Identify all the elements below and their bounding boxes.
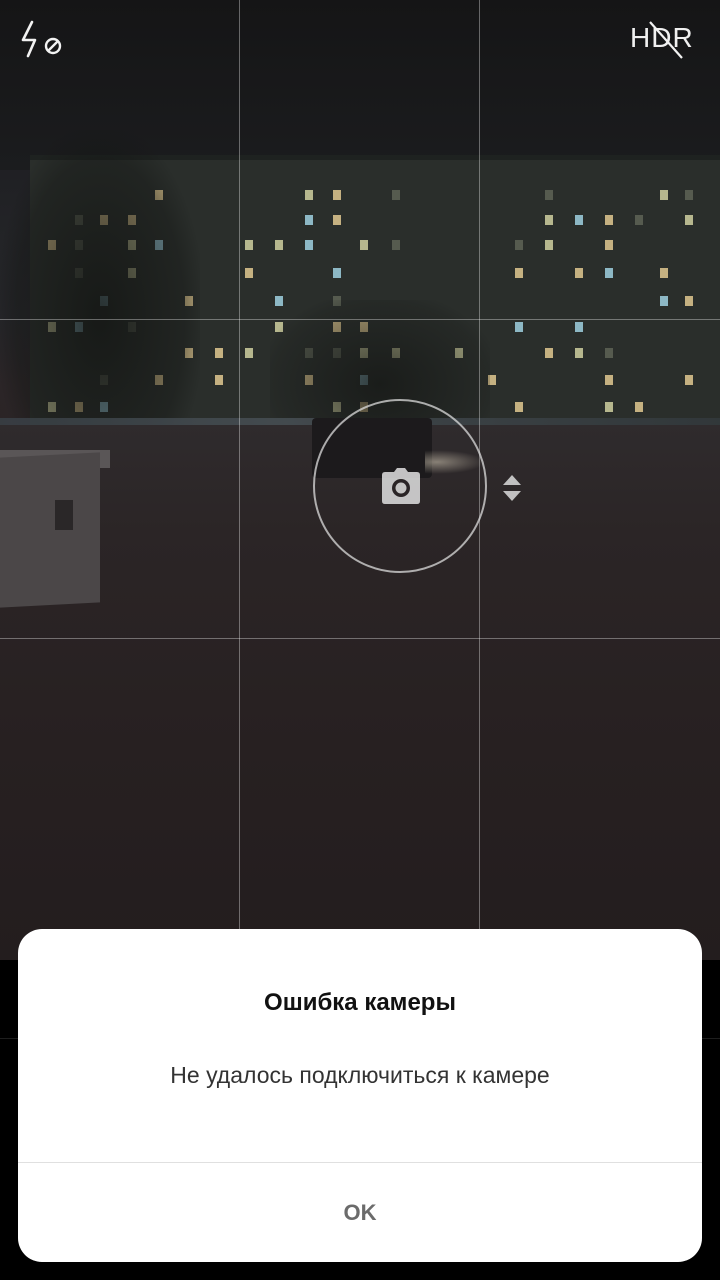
scene-window-light [685, 296, 693, 306]
grid-line-horizontal-2 [0, 638, 720, 639]
scene-window-light [215, 375, 223, 385]
scene-window-light [545, 215, 553, 225]
scene-window-light [605, 268, 613, 278]
scene-window-light [515, 268, 523, 278]
scene-window-light [215, 348, 223, 358]
scene-window-light [605, 375, 613, 385]
scene-window-light [360, 240, 368, 250]
scene-window-light [515, 240, 523, 250]
scene-window-light [305, 215, 313, 225]
scene-kiosk [0, 452, 100, 608]
camera-viewfinder[interactable]: HDR [0, 0, 720, 960]
scene-window-light [635, 215, 643, 225]
grid-line-horizontal-1 [0, 319, 720, 320]
scene-window-light [545, 348, 553, 358]
dialog-message: Не удалось подключиться к камере [170, 1062, 550, 1088]
scene-window-light [333, 268, 341, 278]
camera-screen: HDR Ошибка камеры Не удалось подключитьс… [0, 0, 720, 1280]
scene-window-light [392, 240, 400, 250]
flash-off-icon[interactable] [18, 18, 66, 62]
scene-window-light [305, 190, 313, 200]
dialog-title: Ошибка камеры [264, 989, 456, 1016]
scene-window-light [685, 215, 693, 225]
scene-window-light [545, 190, 553, 200]
scene-window-light [635, 402, 643, 412]
scene-window-light [333, 215, 341, 225]
scene-window-light [245, 268, 253, 278]
camera-error-dialog: Ошибка камеры Не удалось подключиться к … [18, 929, 702, 1262]
scene-window-light [685, 375, 693, 385]
scene-window-light [605, 402, 613, 412]
scene-window-light [392, 190, 400, 200]
camera-icon [381, 467, 421, 505]
scene-window-light [660, 268, 668, 278]
scene-window-light [660, 296, 668, 306]
scene-window-light [545, 240, 553, 250]
scene-window-light [575, 348, 583, 358]
scene-window-light [305, 240, 313, 250]
scene-window-light [685, 190, 693, 200]
scene-kiosk-window [55, 500, 73, 530]
scene-window-light [605, 215, 613, 225]
ok-button[interactable]: OK [18, 1163, 702, 1262]
grid-line-vertical-1 [239, 0, 240, 960]
scene-window-light [515, 322, 523, 332]
scene-window-light [575, 215, 583, 225]
hdr-off-icon[interactable]: HDR [626, 18, 702, 62]
scene-window-light [245, 240, 253, 250]
scene-window-light [333, 190, 341, 200]
scene-window-light [245, 348, 253, 358]
scene-window-light [605, 240, 613, 250]
scene-window-light [605, 348, 613, 358]
scene-window-light [575, 322, 583, 332]
exposure-adjust-icon[interactable] [502, 474, 522, 502]
scene-window-light [275, 240, 283, 250]
scene-window-light [515, 402, 523, 412]
scene-window-light [575, 268, 583, 278]
scene-window-light [660, 190, 668, 200]
scene-trees-left [0, 130, 200, 440]
